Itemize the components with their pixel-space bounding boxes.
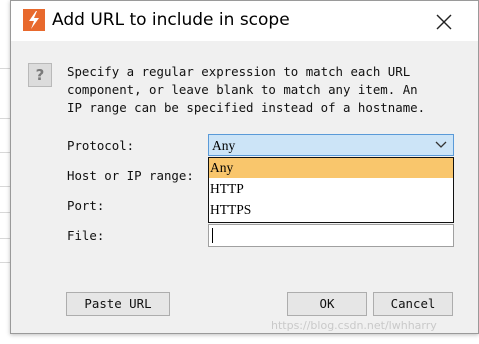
app-logo-icon [23,9,45,31]
dialog-title: Add URL to include in scope [52,10,290,30]
protocol-option-http[interactable]: HTTP [209,179,453,199]
protocol-selected-value: Any [212,138,236,153]
protocol-select[interactable]: Any [208,134,454,156]
file-field[interactable] [208,224,454,247]
close-icon[interactable] [429,7,459,37]
instructions-text: Specify a regular expression to match ea… [67,63,425,117]
instructions-line: Specify a regular expression to match ea… [67,64,411,79]
ok-button[interactable]: OK [287,292,367,316]
title-bar: Add URL to include in scope [11,1,478,41]
add-scope-dialog: Add URL to include in scope ? Specify a … [10,0,479,334]
help-icon: ? [28,63,52,87]
instructions-line: IP range can be specified instead of a h… [67,100,426,115]
instructions-line: component, or leave blank to match any i… [67,82,418,97]
port-label: Port: [67,198,105,213]
host-label: Host or IP range: [67,168,194,183]
protocol-dropdown-list: Any HTTP HTTPS [208,157,454,223]
protocol-option-https[interactable]: HTTPS [209,200,453,220]
file-label: File: [67,228,105,243]
chevron-down-icon [435,141,447,148]
watermark: https://blog.csdn.net/lwhharry [271,319,437,332]
text-caret [212,228,213,243]
paste-url-button[interactable]: Paste URL [66,292,170,316]
cancel-button[interactable]: Cancel [373,292,453,316]
protocol-label: Protocol: [67,138,135,153]
protocol-option-any[interactable]: Any [209,158,453,178]
